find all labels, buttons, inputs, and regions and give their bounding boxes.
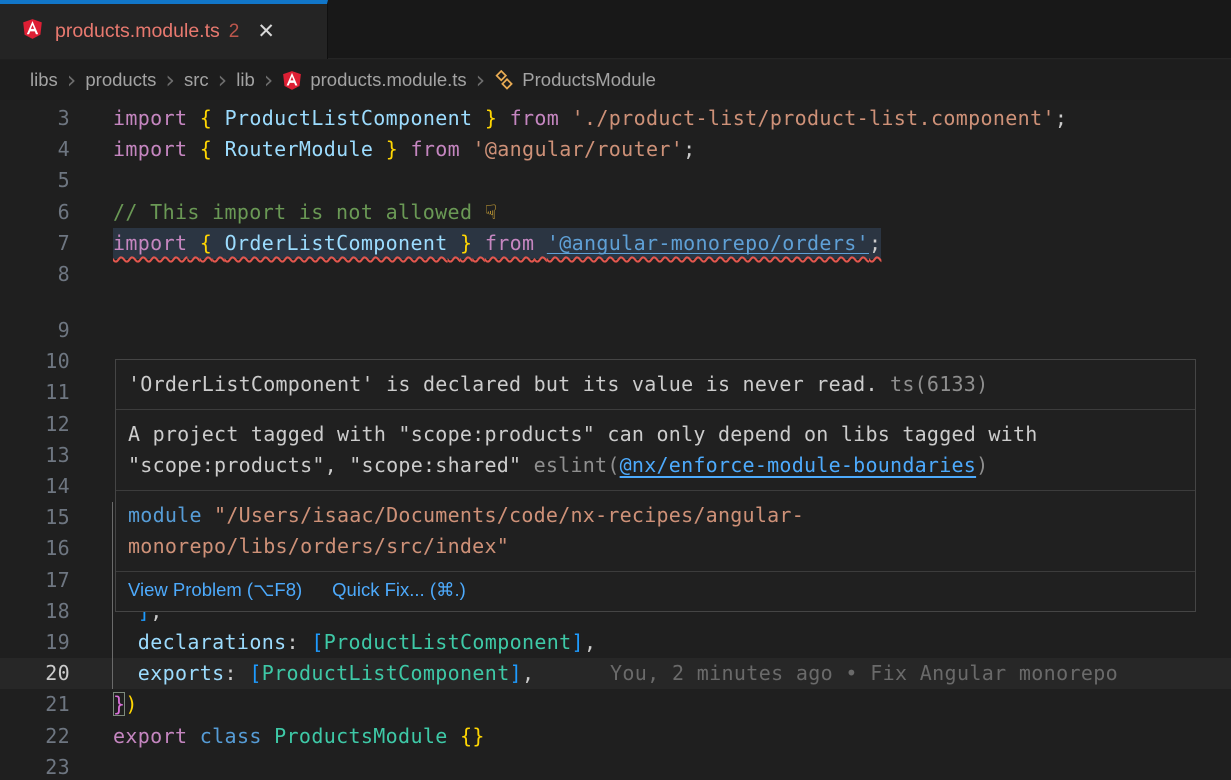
tab-label: products.module.ts bbox=[55, 20, 220, 43]
line-number[interactable]: 23 bbox=[0, 752, 70, 780]
ts-diagnostic-code: ts(6133) bbox=[878, 372, 989, 396]
line-number[interactable]: 22 bbox=[0, 721, 70, 752]
chevron-right-icon: › bbox=[165, 68, 175, 92]
breadcrumb-item-products[interactable]: products bbox=[85, 69, 156, 91]
eslint-source-prefix: eslint( bbox=[521, 453, 619, 477]
breadcrumb-item-lib[interactable]: lib bbox=[236, 69, 255, 91]
hover-widget: 'OrderListComponent' is declared but its… bbox=[115, 359, 1196, 612]
chevron-right-icon: › bbox=[476, 68, 486, 92]
tab-bar: products.module.ts 2 ✕ bbox=[0, 0, 1231, 59]
line-number[interactable]: 11 bbox=[0, 377, 70, 408]
code-text: // This import is not allowed ☟ bbox=[113, 197, 497, 228]
ts-diagnostic: 'OrderListComponent' is declared but its… bbox=[116, 360, 1195, 409]
line-number[interactable]: 9 bbox=[0, 315, 70, 346]
module-path-line2: monorepo/libs/orders/src/index" bbox=[128, 531, 1183, 562]
line-number[interactable]: 5 bbox=[0, 165, 70, 196]
eslint-source-suffix: ) bbox=[976, 453, 988, 477]
code-line[interactable]: 21}) bbox=[0, 689, 1231, 720]
class-symbol-icon bbox=[494, 70, 514, 90]
breadcrumb-symbol-label: ProductsModule bbox=[522, 69, 656, 91]
angular-icon bbox=[282, 70, 302, 91]
chevron-right-icon: › bbox=[218, 68, 228, 92]
quick-fix-link[interactable]: Quick Fix... (⌘.) bbox=[332, 576, 466, 604]
line-number[interactable]: 4 bbox=[0, 134, 70, 165]
breadcrumb-file-label: products.module.ts bbox=[310, 69, 466, 91]
code-text: }) bbox=[113, 689, 138, 720]
eslint-message-line2: "scope:products", "scope:shared" bbox=[128, 453, 521, 477]
chevron-right-icon: › bbox=[67, 68, 77, 92]
code-line[interactable]: 6 // This import is not allowed ☟ bbox=[0, 197, 1231, 228]
code-line[interactable]: 23 bbox=[0, 752, 1231, 780]
line-number[interactable]: 21 bbox=[0, 689, 70, 720]
code-line[interactable]: 3 import { ProductListComponent } from '.… bbox=[0, 103, 1231, 134]
code-line[interactable]: 8 bbox=[0, 259, 1231, 290]
line-number[interactable]: 20 bbox=[0, 658, 70, 689]
line-number[interactable]: 12 bbox=[0, 409, 70, 440]
code-editor[interactable]: 3 import { ProductListComponent } from '.… bbox=[0, 100, 1231, 780]
code-text: import { OrderListComponent } from '@ang… bbox=[113, 228, 881, 259]
breadcrumb-item-src[interactable]: src bbox=[184, 69, 209, 91]
code-line[interactable]: 7 import { OrderListComponent } from '@an… bbox=[0, 228, 1231, 259]
line-number[interactable]: 13 bbox=[0, 440, 70, 471]
line-number[interactable]: 18 bbox=[0, 596, 70, 627]
vscode-window: products.module.ts 2 ✕ libs › products ›… bbox=[0, 0, 1231, 780]
module-path-line1: "/Users/isaac/Documents/code/nx-recipes/… bbox=[202, 503, 804, 527]
view-problem-link[interactable]: View Problem (⌥F8) bbox=[128, 576, 302, 604]
code-line[interactable]: 22 export class ProductsModule {} bbox=[0, 721, 1231, 752]
line-number[interactable]: 3 bbox=[0, 103, 70, 134]
breadcrumb-item-symbol[interactable]: ProductsModule bbox=[494, 69, 656, 91]
git-blame-annotation: You, 2 minutes ago • Fix Angular monorep… bbox=[610, 658, 1118, 689]
code-line[interactable]: 4 import { RouterModule } from '@angular/… bbox=[0, 134, 1231, 165]
line-number[interactable]: 15 bbox=[0, 502, 70, 533]
close-icon[interactable]: ✕ bbox=[257, 21, 275, 42]
code-line[interactable]: 9 bbox=[0, 315, 1231, 346]
code-line[interactable]: 19 declarations: [ProductListComponent], bbox=[0, 627, 1231, 658]
code-text: import { RouterModule } from '@angular/r… bbox=[113, 134, 696, 165]
breadcrumb-item-libs[interactable]: libs bbox=[30, 69, 58, 91]
eslint-message-line1: A project tagged with "scope:products" c… bbox=[128, 419, 1183, 450]
line-number[interactable]: 8 bbox=[0, 259, 70, 290]
code-line[interactable]: 20 exports: [ProductListComponent], You, … bbox=[0, 658, 1231, 689]
line-number[interactable]: 17 bbox=[0, 565, 70, 596]
code-text: export class ProductsModule {} bbox=[113, 721, 485, 752]
angular-icon bbox=[22, 18, 43, 45]
line-number[interactable]: 19 bbox=[0, 627, 70, 658]
module-keyword: module bbox=[128, 503, 202, 527]
tab-products-module[interactable]: products.module.ts 2 ✕ bbox=[0, 0, 328, 59]
ts-diagnostic-message: 'OrderListComponent' is declared but its… bbox=[128, 372, 878, 396]
tab-badge: 2 bbox=[229, 21, 240, 43]
code-line[interactable]: 5 bbox=[0, 165, 1231, 196]
eslint-diagnostic: A project tagged with "scope:products" c… bbox=[116, 409, 1195, 490]
hover-actions: View Problem (⌥F8) Quick Fix... (⌘.) bbox=[116, 571, 1195, 611]
line-number[interactable]: 14 bbox=[0, 471, 70, 502]
line-number[interactable]: 6 bbox=[0, 197, 70, 228]
line-number[interactable]: 7 bbox=[0, 228, 70, 259]
code-text: import { ProductListComponent } from './… bbox=[113, 103, 1067, 134]
module-path-section: module "/Users/isaac/Documents/code/nx-r… bbox=[116, 490, 1195, 571]
line-number[interactable]: 10 bbox=[0, 346, 70, 377]
chevron-right-icon: › bbox=[264, 68, 274, 92]
breadcrumb: libs › products › src › lib › products.m… bbox=[0, 60, 1231, 100]
eslint-rule-link[interactable]: @nx/enforce-module-boundaries bbox=[620, 453, 976, 477]
breadcrumb-item-file[interactable]: products.module.ts bbox=[282, 69, 466, 91]
line-number[interactable]: 16 bbox=[0, 533, 70, 564]
code-text: declarations: [ProductListComponent], bbox=[113, 627, 596, 658]
code-text: exports: [ProductListComponent], bbox=[113, 658, 534, 689]
